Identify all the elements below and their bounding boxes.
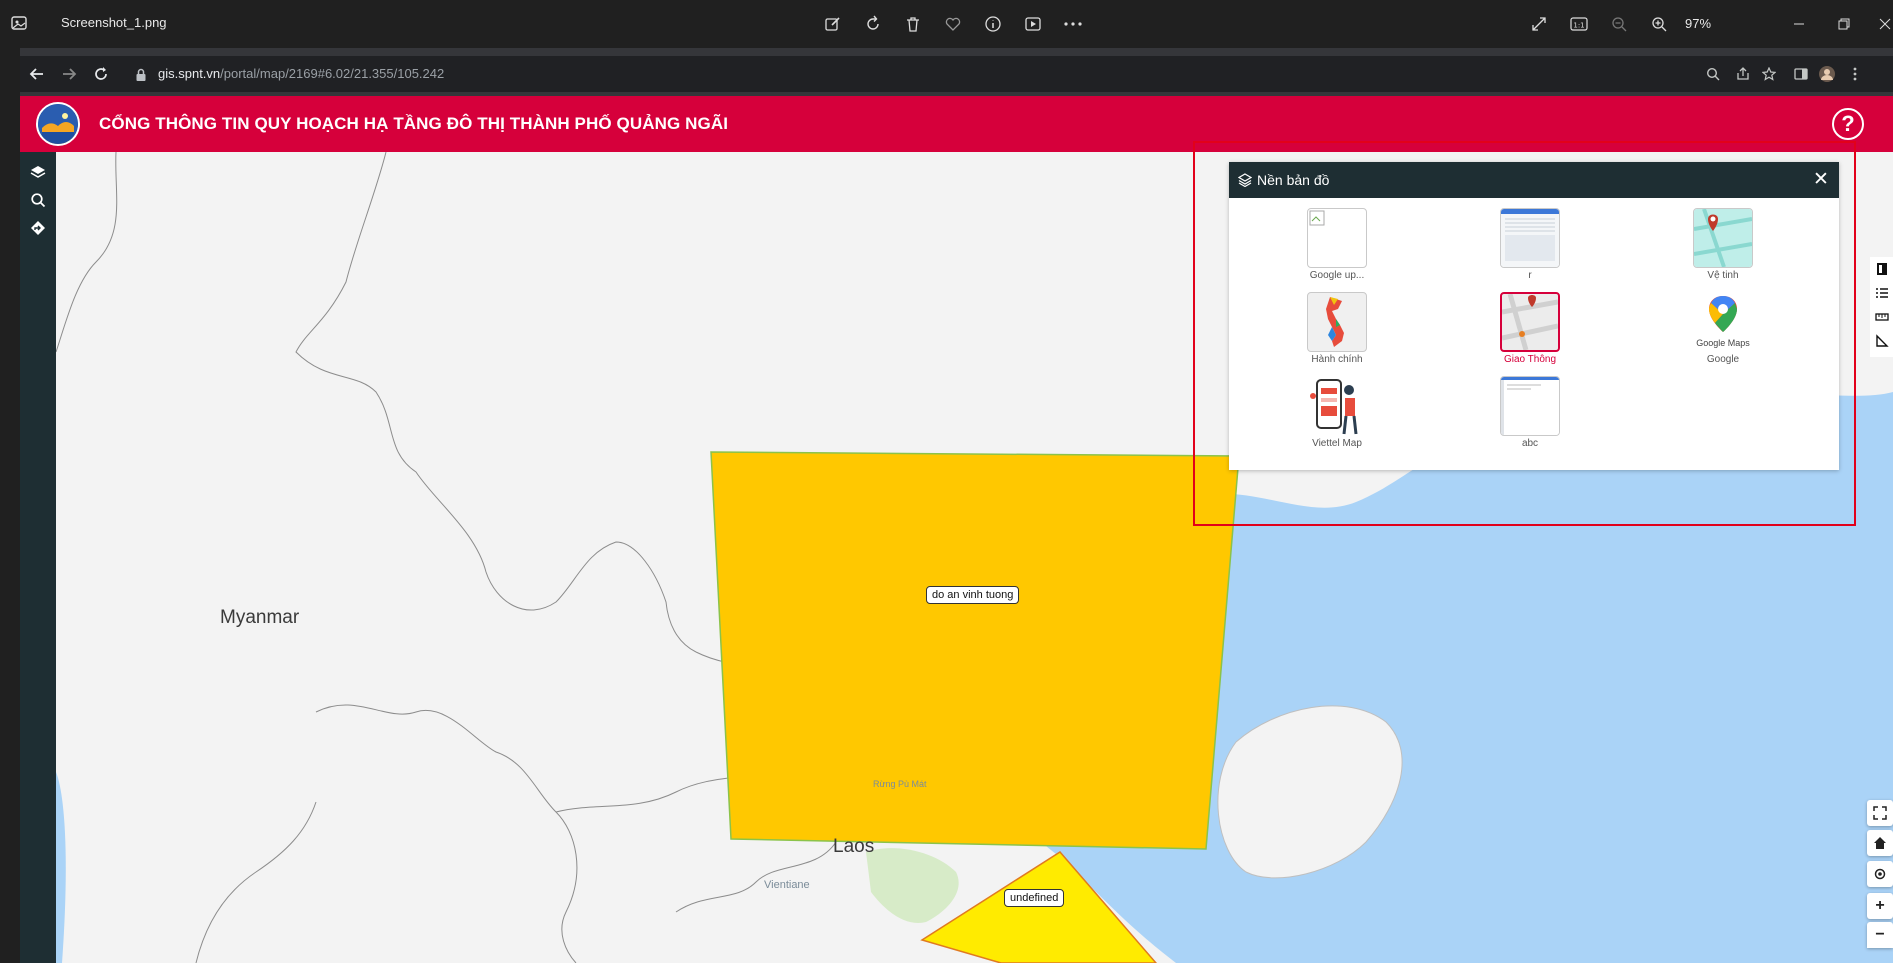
svg-text:1:1: 1:1: [1573, 22, 1584, 30]
map-icon[interactable]: [1874, 261, 1890, 277]
url-path: /portal/map/2169#6.02/21.355/105.242: [220, 66, 445, 81]
search-icon[interactable]: [28, 190, 48, 210]
area-measure-icon[interactable]: [1874, 333, 1890, 349]
ruler-icon[interactable]: [1874, 309, 1890, 325]
map-sidebar: [20, 152, 56, 963]
photos-app-icon: [10, 14, 28, 32]
label-myanmar: Myanmar: [220, 607, 300, 628]
minimize-icon[interactable]: [1788, 13, 1810, 35]
zoom-out-icon[interactable]: [1608, 13, 1630, 35]
polygon-label-do-an-vinh-tuong[interactable]: do an vinh tuong: [926, 586, 1020, 604]
forward-icon[interactable]: [60, 65, 78, 83]
rotate-icon[interactable]: [862, 13, 884, 35]
lock-icon[interactable]: [132, 66, 150, 84]
locate-button[interactable]: [1867, 861, 1893, 887]
list-icon[interactable]: [1874, 285, 1890, 301]
label-laos: Laos: [833, 836, 875, 857]
layers-icon[interactable]: [28, 162, 48, 182]
favorite-icon[interactable]: [942, 13, 964, 35]
zoom-level: 97%: [1685, 16, 1712, 31]
reload-icon[interactable]: [92, 65, 110, 83]
bookmark-star-icon[interactable]: [1760, 65, 1778, 83]
directions-icon[interactable]: [28, 218, 48, 238]
fullscreen-icon[interactable]: [1528, 13, 1550, 35]
label-vientiane: Vientiane: [764, 879, 810, 891]
photo-viewer-titlebar: Screenshot_1.png 1:1 97%: [0, 0, 1893, 48]
side-panel-icon[interactable]: [1792, 65, 1810, 83]
fullscreen-map-button[interactable]: [1867, 800, 1893, 826]
url-text[interactable]: gis.spnt.vn/portal/map/2169#6.02/21.355/…: [158, 66, 444, 81]
zoom-in-icon[interactable]: [1648, 13, 1670, 35]
page-title: CỔNG THÔNG TIN QUY HOẠCH HẠ TẦNG ĐÔ THỊ …: [99, 114, 729, 133]
zoom-in-button[interactable]: +: [1867, 893, 1893, 919]
restore-icon[interactable]: [1833, 13, 1855, 35]
close-icon[interactable]: [1874, 13, 1893, 35]
help-button[interactable]: ?: [1832, 108, 1864, 140]
browser-menu-icon[interactable]: [1846, 65, 1864, 83]
home-button[interactable]: [1867, 830, 1893, 856]
more-icon[interactable]: [1062, 13, 1084, 35]
info-icon[interactable]: [982, 13, 1004, 35]
share-icon[interactable]: [1734, 65, 1752, 83]
polygon-do-an-vinh-tuong[interactable]: [710, 451, 1240, 850]
delete-icon[interactable]: [902, 13, 924, 35]
edit-icon[interactable]: [822, 13, 844, 35]
annotation-highlight-box: [1193, 141, 1856, 526]
actual-size-icon[interactable]: 1:1: [1568, 13, 1590, 35]
zoom-out-button[interactable]: −: [1867, 922, 1893, 948]
address-bar-row: gis.spnt.vn/portal/map/2169#6.02/21.355/…: [20, 56, 1893, 92]
portal-logo[interactable]: [36, 102, 80, 146]
slideshow-icon[interactable]: [1022, 13, 1044, 35]
profile-avatar[interactable]: [1818, 65, 1836, 83]
polygon-label-undefined[interactable]: undefined: [1004, 889, 1065, 907]
label-rung-pu-mat: Rừng Pù Mát: [873, 779, 927, 789]
file-name: Screenshot_1.png: [61, 15, 167, 30]
right-toolbar: [1870, 257, 1893, 357]
back-icon[interactable]: [28, 65, 46, 83]
search-icon[interactable]: [1704, 65, 1722, 83]
url-host: gis.spnt.vn: [158, 66, 221, 81]
